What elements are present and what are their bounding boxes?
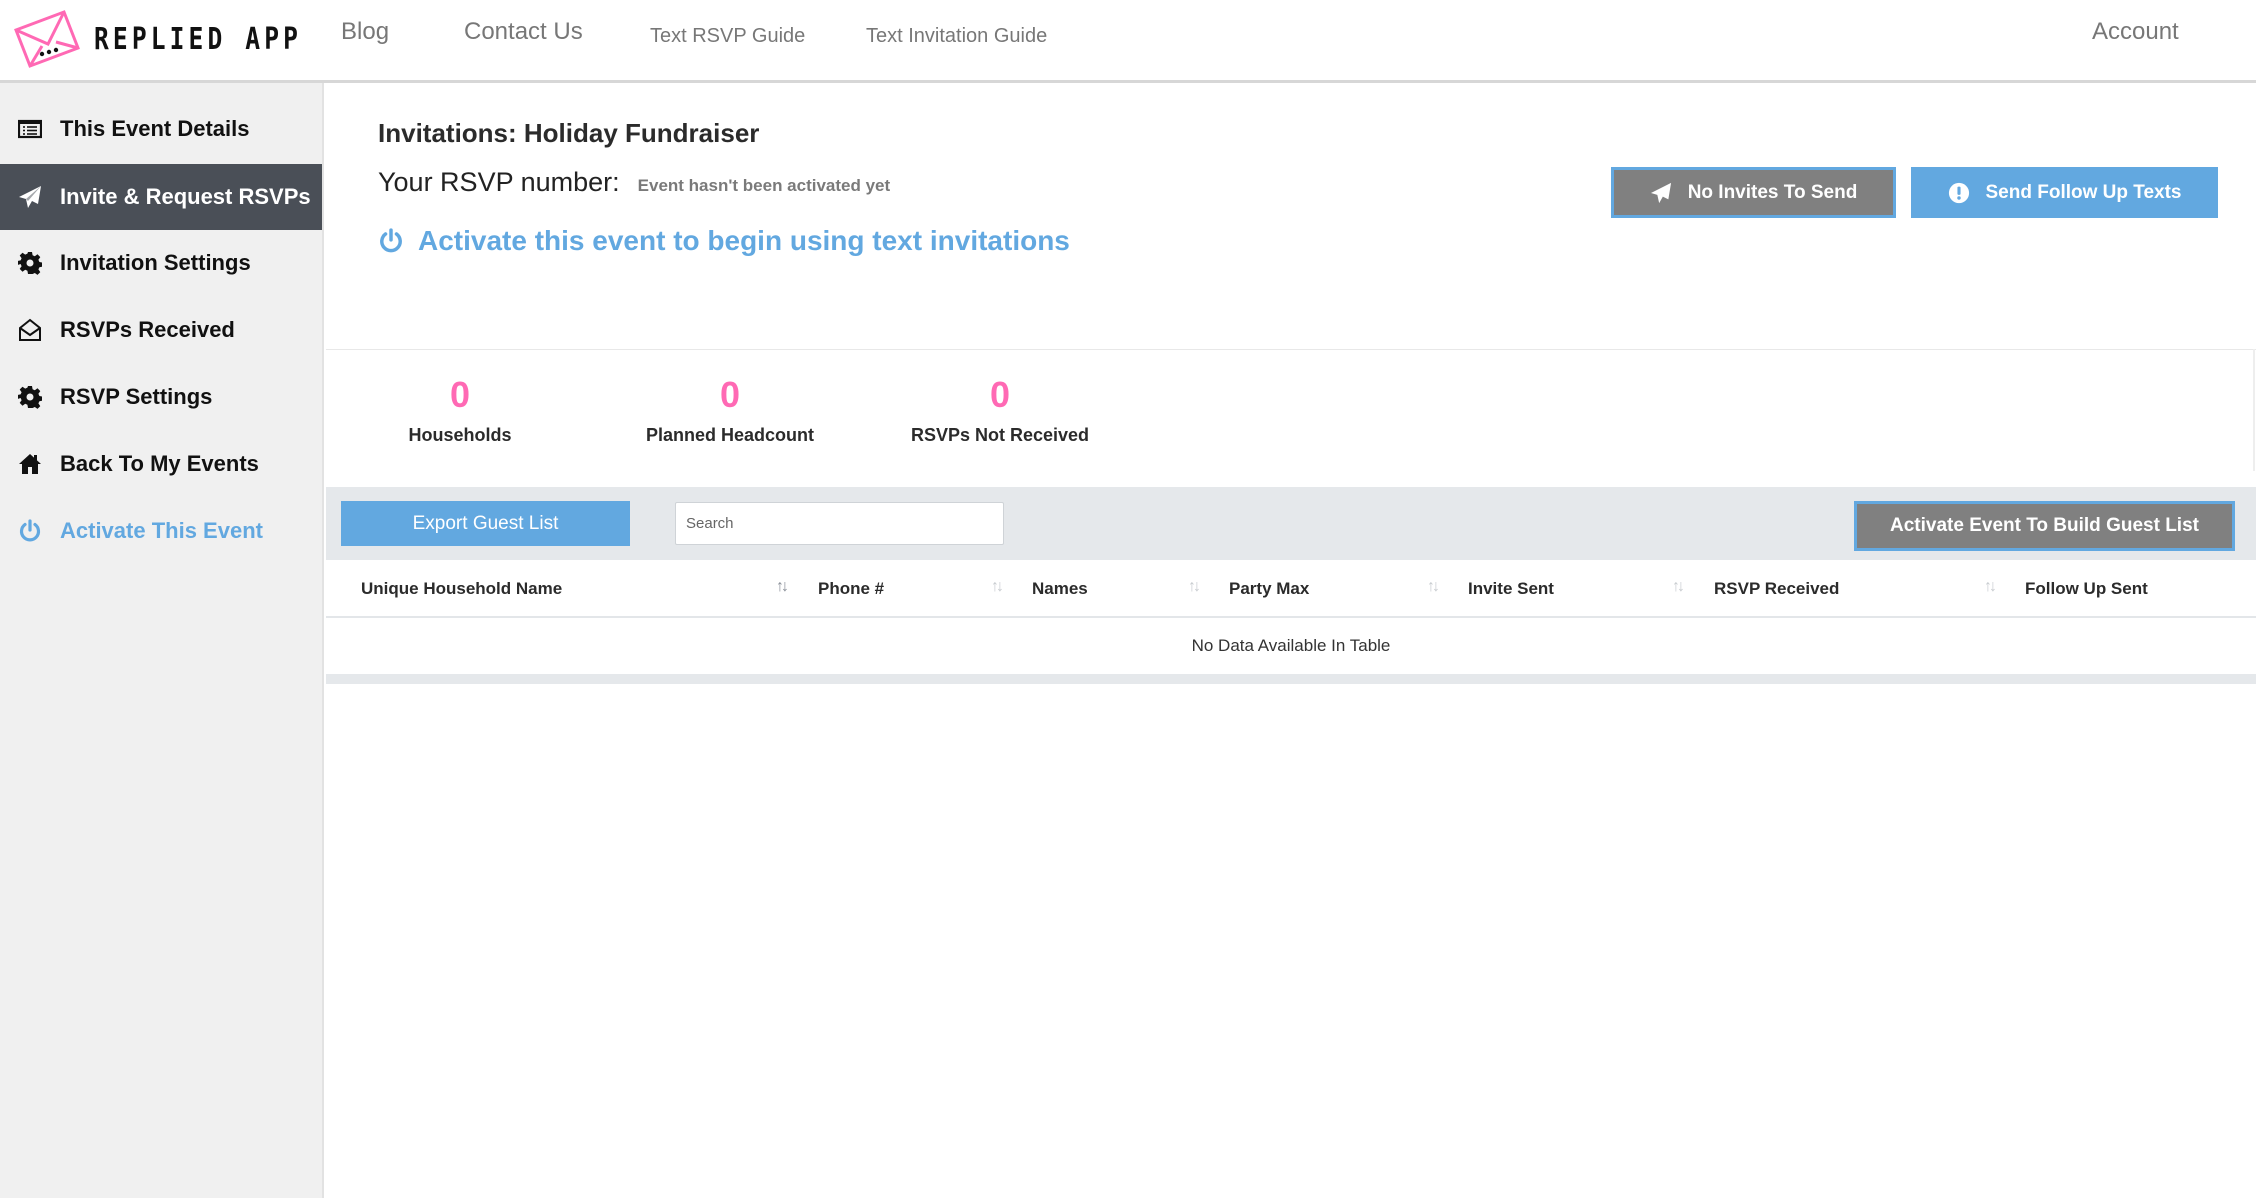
sidebar-item-invitation-settings[interactable]: Invitation Settings [0,230,322,296]
button-label: No Invites To Send [1687,181,1858,203]
column-header-household-name[interactable]: Unique Household Name [361,560,562,618]
paper-plane-icon [1650,182,1671,203]
nav-blog[interactable]: Blog [341,18,389,46]
logo[interactable]: REPLIED APP [12,8,348,70]
power-icon [16,517,44,545]
top-navbar: REPLIED APP Blog Contact Us Text RSVP Gu… [0,0,2256,83]
stat-rsvps-not-received: 0 RSVPs Not Received [870,373,1130,446]
no-invites-to-send-button[interactable]: No Invites To Send [1611,167,1896,218]
button-label: Send Follow Up Texts [1985,181,2182,203]
column-header-invite-sent[interactable]: Invite Sent [1468,560,1554,618]
send-follow-up-texts-button[interactable]: Send Follow Up Texts [1911,167,2218,218]
sidebar-item-label: Invite & Request RSVPs [60,184,311,209]
stat-label: Planned Headcount [645,425,815,445]
sidebar-item-invite-request-rsvps[interactable]: Invite & Request RSVPs [0,164,322,230]
rsvp-number-label: Your RSVP number: [378,167,620,197]
empty-message: No Data Available In Table [1191,636,1391,655]
power-icon [380,228,402,253]
activate-event-build-guest-list-button[interactable]: Activate Event To Build Guest List [1854,501,2235,551]
sort-icon[interactable]: ↑↓ [1672,578,1685,596]
sort-icon[interactable]: ↑↓ [1188,578,1201,596]
envelope-logo-icon [14,10,80,68]
sort-icon[interactable]: ↑↓ [1427,578,1440,596]
sort-icon[interactable]: ↑↓ [991,578,1004,596]
rsvp-number-status: Event hasn't been activated yet [637,176,891,195]
sidebar: This Event Details Invite & Request RSVP… [0,83,324,1198]
table-empty-row: No Data Available In Table [326,618,2256,674]
guest-list-table: Unique Household Name ↑↓ Phone # ↑↓ Name… [326,560,2256,684]
button-label: Activate Event To Build Guest List [1890,515,2199,536]
list-icon [16,115,44,143]
sidebar-item-event-details[interactable]: This Event Details [0,96,322,162]
exclamation-circle-icon [1948,182,1969,203]
sidebar-item-label: Activate This Event [60,518,263,543]
sidebar-item-label: Invitation Settings [60,250,251,275]
nav-text-invitation-guide[interactable]: Text Invitation Guide [866,25,1047,48]
sidebar-item-label: RSVPs Received [60,317,235,342]
sidebar-item-label: Back To My Events [60,451,259,476]
column-header-party-max[interactable]: Party Max [1229,560,1309,618]
stat-households: 0 Households [330,373,590,446]
guest-list-toolbar: Export Guest List Activate Event To Buil… [326,487,2256,560]
stat-planned-headcount: 0 Planned Headcount [600,373,860,446]
gear-icon [16,249,44,277]
table-footer [326,674,2256,684]
stat-label: Households [408,425,512,445]
activate-event-text: Activate this event to begin using text … [418,225,1070,256]
stat-value: 0 [449,374,471,415]
sort-icon[interactable]: ↑↓ [776,578,789,596]
section-divider [326,349,2256,350]
sidebar-item-rsvp-settings[interactable]: RSVP Settings [0,364,322,430]
search-input[interactable] [675,502,1004,545]
envelope-open-icon [16,316,44,344]
sidebar-item-activate-this-event[interactable]: Activate This Event [0,498,322,564]
stat-value: 0 [719,374,741,415]
sidebar-item-back-to-my-events[interactable]: Back To My Events [0,431,322,497]
column-header-rsvp-received[interactable]: RSVP Received [1714,560,1839,618]
stats-border [2253,349,2255,471]
column-header-phone[interactable]: Phone # [818,560,884,618]
button-label: Export Guest List [412,512,559,534]
paper-plane-icon [16,183,44,211]
home-icon [16,450,44,478]
nav-account[interactable]: Account [2092,18,2179,46]
activate-event-link[interactable]: Activate this event to begin using text … [378,225,1070,257]
column-header-follow-up-sent[interactable]: Follow Up Sent [2025,560,2148,618]
export-guest-list-button[interactable]: Export Guest List [341,501,630,546]
table-header: Unique Household Name ↑↓ Phone # ↑↓ Name… [326,560,2256,618]
nav-contact-us[interactable]: Contact Us [464,18,583,46]
nav-text-rsvp-guide[interactable]: Text RSVP Guide [650,25,805,48]
stat-label: RSVPs Not Received [910,425,1090,445]
sidebar-item-rsvps-received[interactable]: RSVPs Received [0,297,322,363]
stat-value: 0 [989,374,1011,415]
sidebar-item-label: RSVP Settings [60,384,213,409]
main-content: Invitations: Holiday Fundraiser Your RSV… [326,83,2256,1198]
rsvp-number-row: Your RSVP number: Event hasn't been acti… [378,167,890,198]
sidebar-item-label: This Event Details [60,116,250,141]
sort-icon[interactable]: ↑↓ [1984,578,1997,596]
page-title: Invitations: Holiday Fundraiser [378,118,760,148]
logo-text: REPLIED APP [94,21,303,57]
gear-icon [16,383,44,411]
column-header-names[interactable]: Names [1032,560,1088,618]
